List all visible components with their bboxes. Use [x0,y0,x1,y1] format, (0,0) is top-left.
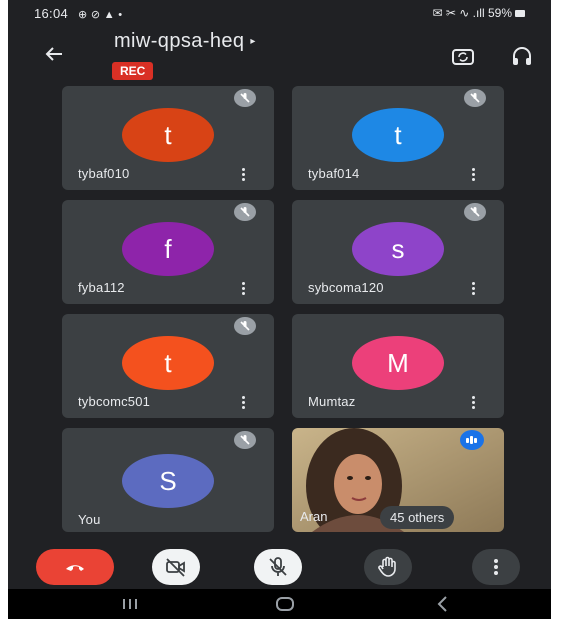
avatar: M [352,336,444,390]
camera-off-icon [166,558,185,577]
avatar: s [352,222,444,276]
status-time: 16:04 ⊕ ⊘ ▲ • [34,6,123,21]
end-call-button[interactable] [36,549,114,585]
participant-name: Aran [300,509,328,524]
back-nav-icon[interactable] [434,595,452,618]
recent-apps-icon[interactable] [120,595,140,618]
avatar: S [122,454,214,508]
raise-hand-button[interactable] [364,549,412,585]
meet-call-screen: 16:04 ⊕ ⊘ ▲ • ✉ ✂ ∿ .ıll 59% miw-qpsa-he… [8,0,551,619]
android-nav-bar [8,589,551,619]
recording-badge: REC [112,62,154,80]
switch-camera-icon[interactable] [451,44,477,70]
more-vert-icon[interactable] [238,280,248,296]
participant-tile[interactable]: s sybcoma120 [292,200,504,304]
participant-name: fyba112 [78,280,125,295]
mic-off-icon [234,203,256,221]
participant-name: tybcomc501 [78,394,151,409]
avatar: t [122,108,214,162]
participant-name: tybaf010 [78,166,130,181]
participant-name: You [78,512,101,527]
end-call-icon [66,565,84,571]
mic-off-icon [464,89,486,107]
hand-raise-icon [378,556,396,577]
more-vert-icon [494,559,498,575]
mic-toggle-button[interactable] [254,549,302,585]
caret-right-icon: ▸ [250,36,256,48]
meeting-code[interactable]: miw-qpsa-heq ▸ [114,30,256,53]
participant-tile[interactable]: f fyba112 [62,200,274,304]
speaking-indicator-icon [460,430,484,450]
mic-off-icon [269,557,287,576]
camera-toggle-button[interactable] [152,549,200,585]
video-tile[interactable]: Aran 45 others [292,428,504,532]
call-controls [8,541,551,589]
mic-off-icon [464,203,486,221]
battery-icon [515,10,525,18]
more-vert-icon[interactable] [468,394,478,410]
mic-off-icon [234,431,256,449]
more-vert-icon[interactable] [468,280,478,296]
avatar: t [122,336,214,390]
more-vert-icon[interactable] [238,394,248,410]
back-arrow-icon[interactable] [44,44,72,68]
more-options-button[interactable] [472,549,520,585]
others-button[interactable]: 45 others [380,506,455,529]
call-header: miw-qpsa-heq ▸ REC [8,26,551,84]
avatar: f [122,222,214,276]
self-tile[interactable]: S You [62,428,274,532]
participant-tile[interactable]: M Mumtaz [292,314,504,418]
more-vert-icon[interactable] [468,166,478,182]
status-left-icons: ⊕ ⊘ ▲ • [77,9,123,21]
participant-tile[interactable]: t tybaf014 [292,86,504,190]
participant-tile[interactable]: t tybaf010 [62,86,274,190]
participant-name: tybaf014 [308,166,360,181]
mic-off-icon [234,89,256,107]
mic-off-icon [234,317,256,335]
avatar: t [352,108,444,162]
participant-name: sybcoma120 [308,280,384,295]
status-right-icons: ✉ ✂ ∿ .ıll 59% [432,6,525,20]
status-bar: 16:04 ⊕ ⊘ ▲ • ✉ ✂ ∿ .ıll 59% [8,0,551,26]
participant-name: Mumtaz [308,394,356,409]
more-vert-icon[interactable] [238,166,248,182]
participant-tile[interactable]: t tybcomc501 [62,314,274,418]
home-icon[interactable] [274,595,296,618]
headphones-icon[interactable] [510,44,536,70]
